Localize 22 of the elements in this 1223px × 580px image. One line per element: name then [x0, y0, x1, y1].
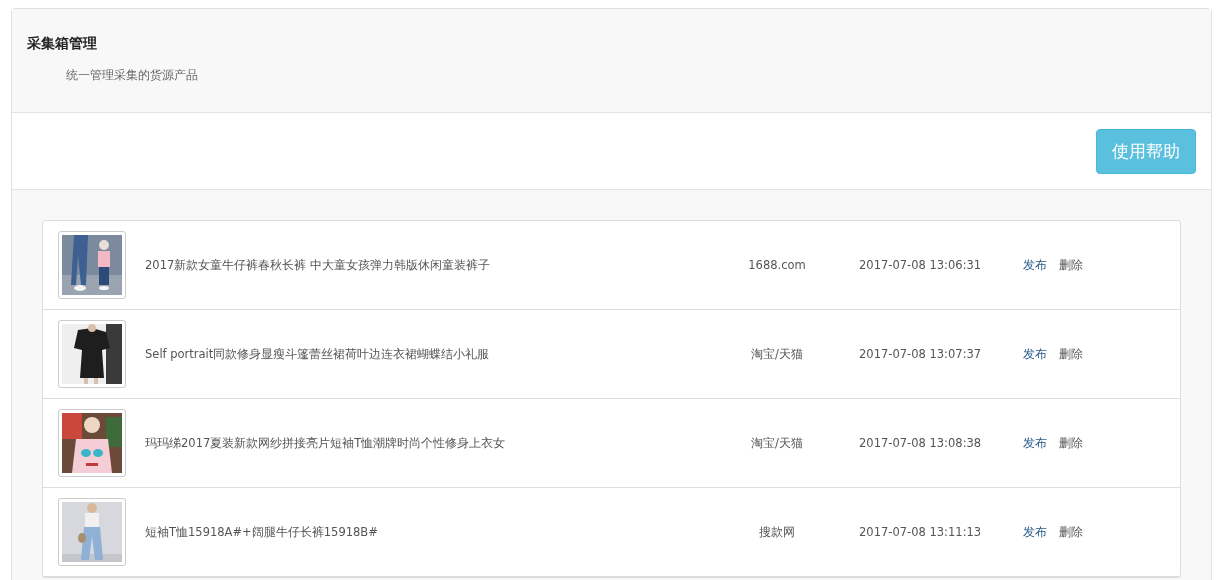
collected-time: 2017-07-08 13:07:37 — [859, 347, 983, 361]
delete-link[interactable]: 删除 — [1059, 346, 1083, 362]
delete-link[interactable]: 删除 — [1059, 435, 1083, 451]
source-site: 淘宝/天猫 — [750, 435, 804, 451]
publish-link[interactable]: 发布 — [1023, 524, 1047, 540]
product-title: 2017新款女童牛仔裤春秋长裤 中大童女孩弹力韩版休闲童装裤子 — [145, 257, 491, 273]
publish-link[interactable]: 发布 — [1023, 435, 1047, 451]
publish-link[interactable]: 发布 — [1023, 346, 1047, 362]
page-subtitle: 统一管理采集的货源产品 — [66, 67, 199, 84]
product-title: 短袖T恤15918A#+阔腿牛仔长裤15918B# — [145, 524, 379, 540]
product-title: Self portrait同款修身显瘦斗篷蕾丝裙荷叶边连衣裙蝴蝶结小礼服 — [145, 346, 491, 362]
source-site: 淘宝/天猫 — [750, 346, 804, 362]
page-title: 采集箱管理 — [27, 35, 98, 53]
delete-link[interactable]: 删除 — [1059, 524, 1083, 540]
publish-link[interactable]: 发布 — [1023, 257, 1047, 273]
delete-link[interactable]: 删除 — [1059, 257, 1083, 273]
source-site: 1688.com — [747, 258, 807, 272]
source-site: 搜款网 — [758, 524, 796, 540]
product-title: 玛玛绨2017夏装新款网纱拼接亮片短袖T恤潮牌时尚个性修身上衣女 — [145, 435, 507, 451]
collected-time: 2017-07-08 13:08:38 — [859, 436, 983, 450]
collected-time: 2017-07-08 13:11:13 — [859, 525, 983, 539]
collected-time: 2017-07-08 13:06:31 — [859, 258, 983, 272]
